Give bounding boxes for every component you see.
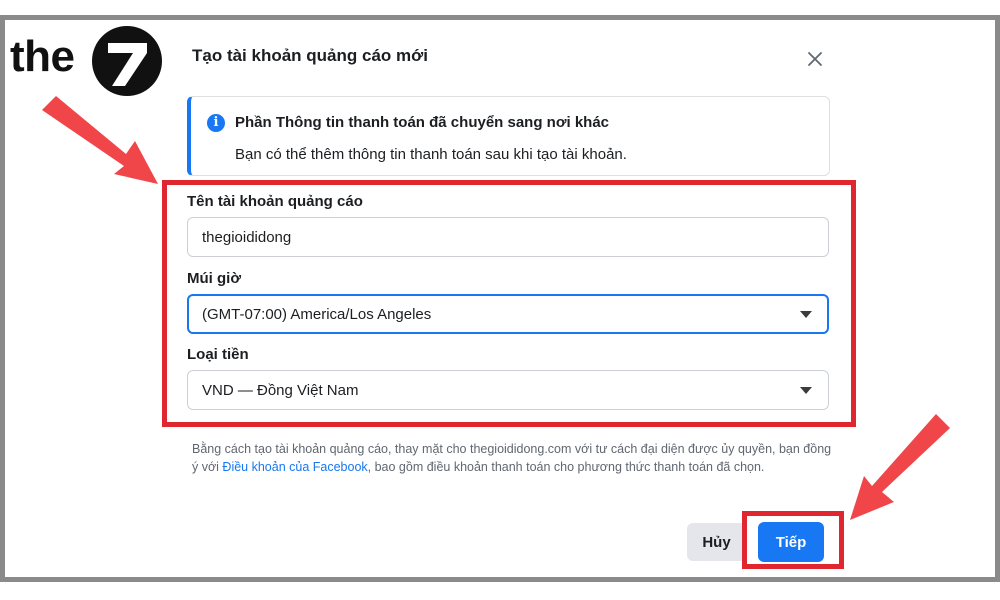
account-name-input[interactable] (187, 217, 829, 257)
dialog-title: Tạo tài khoản quảng cáo mới (192, 46, 428, 65)
close-icon (808, 52, 822, 66)
currency-select[interactable]: VND — Đồng Việt Nam (187, 370, 829, 410)
currency-value: VND — Đồng Việt Nam (202, 382, 359, 399)
legal-text: Bằng cách tạo tài khoản quảng cáo, thay … (192, 440, 832, 476)
chevron-down-icon (800, 387, 812, 394)
the7-logo: the (10, 26, 170, 98)
legal-text-after: , bao gồm điều khoản thanh toán cho phươ… (367, 460, 765, 474)
timezone-select[interactable]: (GMT-07:00) America/Los Angeles (187, 294, 829, 334)
timezone-value: (GMT-07:00) America/Los Angeles (202, 306, 432, 323)
account-name-label: Tên tài khoản quảng cáo (187, 193, 363, 210)
chevron-down-icon (800, 311, 812, 318)
notice-title: Phần Thông tin thanh toán đã chuyển sang… (235, 114, 610, 131)
timezone-label: Múi giờ (187, 270, 241, 287)
logo-seven-mark (108, 43, 147, 86)
cancel-button[interactable]: Hủy (687, 523, 746, 561)
billing-notice: i Phần Thông tin thanh toán đã chuyển sa… (187, 96, 830, 176)
logo-word: the (10, 32, 75, 81)
facebook-terms-link[interactable]: Điều khoản của Facebook (222, 460, 367, 474)
currency-label: Loại tiền (187, 346, 249, 363)
close-button[interactable] (800, 44, 830, 74)
info-icon: i (207, 114, 225, 132)
logo-badge (92, 26, 162, 96)
next-button[interactable]: Tiếp (758, 522, 824, 562)
notice-body: Bạn có thể thêm thông tin thanh toán sau… (235, 146, 627, 163)
